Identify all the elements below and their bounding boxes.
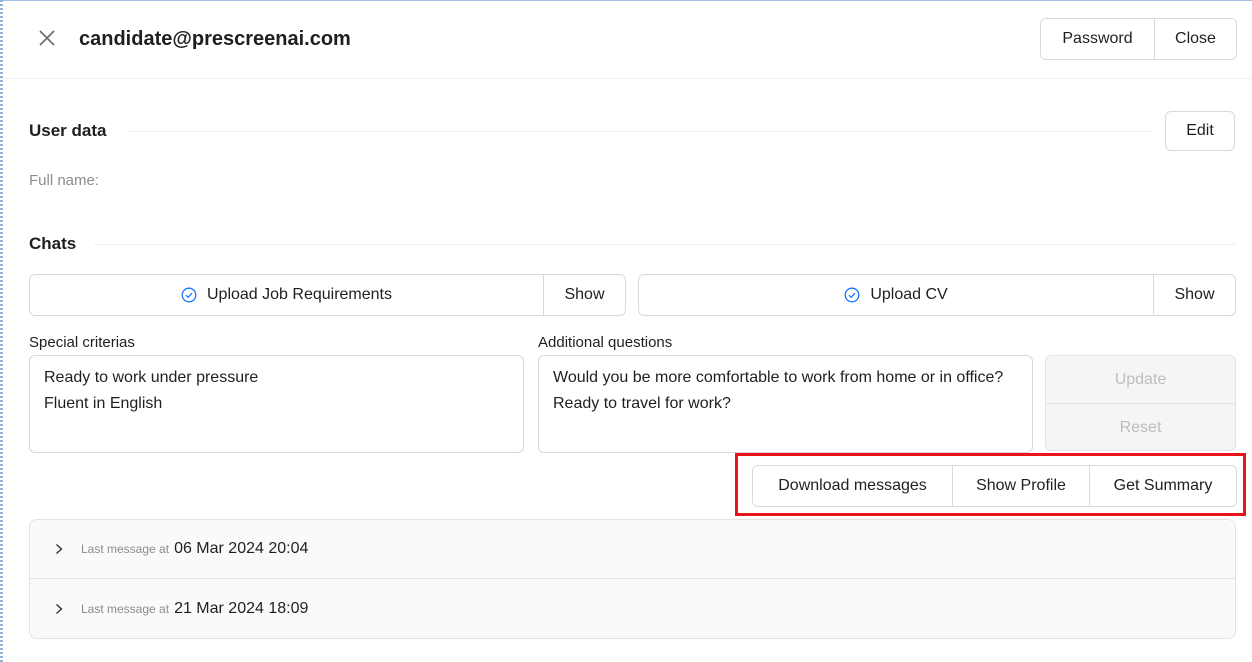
chats-title: Chats	[29, 234, 77, 253]
chat-history-item[interactable]: Last message at 21 Mar 2024 18:09	[30, 579, 1235, 638]
header-button-group: Password Close	[1040, 18, 1237, 60]
upload-cv-group: Upload CV Show	[638, 274, 1236, 316]
password-button[interactable]: Password	[1041, 19, 1155, 59]
highlight-box	[735, 453, 1246, 516]
special-criterias-label: Special criterias	[29, 334, 135, 351]
user-data-title: User data	[29, 121, 107, 140]
additional-questions-label: Additional questions	[538, 334, 673, 351]
close-button[interactable]: Close	[1155, 19, 1236, 59]
drawer-header: candidate@prescreenai.com Password Close	[0, 0, 1252, 79]
chats-divider	[94, 244, 1236, 245]
full-name-label: Full name:	[29, 172, 99, 189]
check-circle-icon	[844, 287, 860, 303]
upload-job-label: Upload Job Requirements	[207, 286, 392, 303]
chevron-right-icon	[56, 603, 63, 614]
chevron-right-icon	[56, 543, 63, 555]
full-name-text: Full name	[29, 172, 95, 189]
dashed-edge	[0, 0, 3, 662]
full-name-colon: :	[94, 172, 100, 189]
show-job-button[interactable]: Show	[544, 275, 625, 315]
last-message-prefix: Last message at	[81, 601, 170, 616]
show-cv-button[interactable]: Show	[1154, 275, 1235, 315]
update-reset-group: Update Reset	[1045, 355, 1236, 451]
upload-cv-label: Upload CV	[870, 286, 948, 303]
page-title: candidate@prescreenai.com	[79, 28, 351, 50]
chat-history-item[interactable]: Last message at 06 Mar 2024 20:04	[30, 520, 1235, 579]
chat-history-list: Last message at 06 Mar 2024 20:04 Last m…	[29, 519, 1236, 639]
upload-job-button[interactable]: Upload Job Requirements	[30, 275, 544, 315]
edit-button[interactable]: Edit	[1165, 111, 1235, 151]
user-data-divider	[128, 131, 1152, 132]
reset-button[interactable]: Reset	[1046, 404, 1235, 450]
update-button[interactable]: Update	[1046, 356, 1235, 404]
additional-questions-input[interactable]: Would you be more comfortable to work fr…	[538, 355, 1033, 453]
last-message-prefix: Last message at	[81, 542, 170, 556]
check-circle-icon	[181, 287, 197, 303]
upload-cv-button[interactable]: Upload CV	[639, 275, 1154, 315]
upload-job-group: Upload Job Requirements Show	[29, 274, 626, 316]
special-criterias-input[interactable]: Ready to work under pressure Fluent in E…	[29, 355, 524, 453]
last-message-date: 21 Mar 2024 18:09	[174, 599, 309, 617]
close-icon[interactable]	[37, 28, 57, 48]
last-message-date: 06 Mar 2024 20:04	[174, 540, 309, 557]
